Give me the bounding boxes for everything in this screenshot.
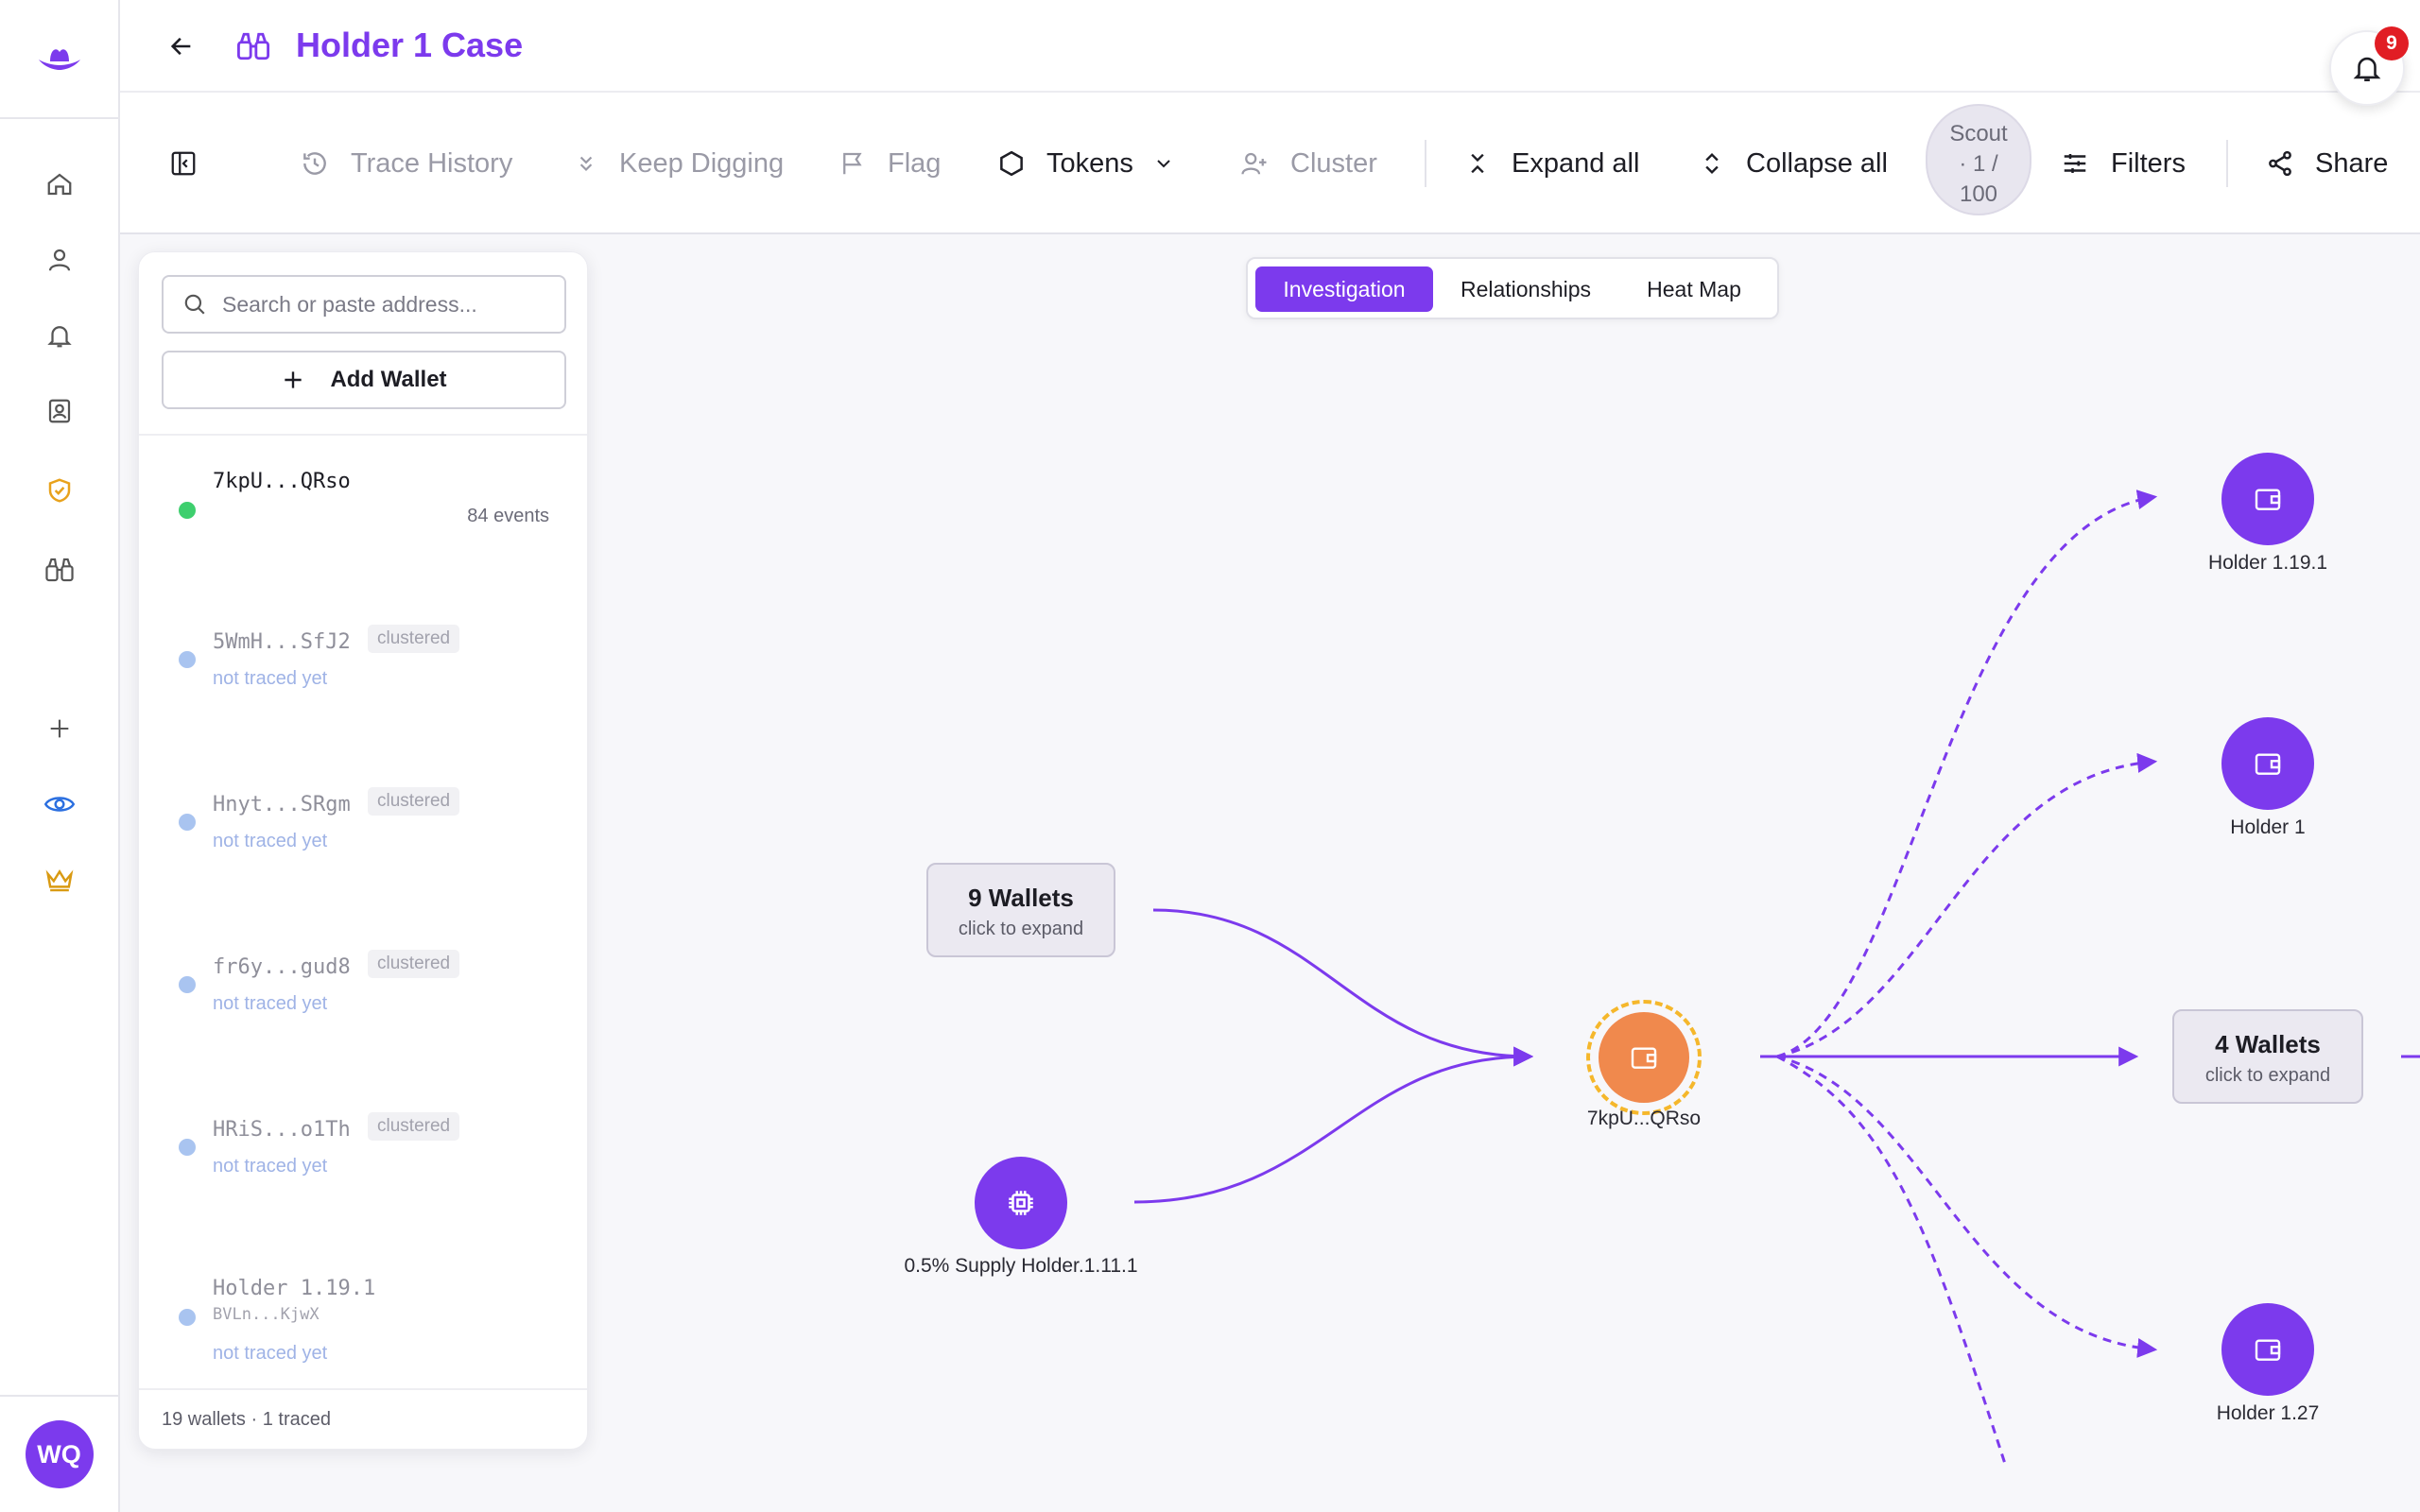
wallet-icon: [2255, 489, 2281, 510]
edge: [1152, 908, 1534, 1067]
wallet-icon: [2255, 1339, 2281, 1361]
edge: [1776, 752, 2158, 1058]
wallet-group-node[interactable]: 4 Wallets click to expand: [2172, 1009, 2363, 1104]
chip-icon: [1009, 1191, 1033, 1215]
wallet-group-node[interactable]: 9 Wallets click to expand: [926, 863, 1115, 957]
graph-edges: [1133, 490, 2420, 1468]
supply-holder-node[interactable]: [975, 1157, 1067, 1249]
node-label: 7kpU...QRso: [1586, 1108, 1702, 1129]
notification-badge: 9: [2375, 26, 2409, 60]
edge: [1776, 490, 2158, 1058]
edge: [1776, 1055, 2158, 1358]
holder-node[interactable]: [2221, 717, 2314, 810]
node-label: 0.5% Supply Holder.1.11.1: [904, 1255, 1138, 1277]
wallet-icon: [1631, 1047, 1657, 1069]
holder-node[interactable]: [2221, 1303, 2314, 1396]
holder-node[interactable]: [2221, 453, 2314, 545]
node-label: Holder 1.19.1: [2207, 552, 2328, 574]
node-label: Holder 1.27: [2216, 1402, 2320, 1424]
edge: [1133, 1046, 1534, 1204]
bell-icon: [2353, 57, 2381, 82]
notifications-button[interactable]: 9: [2329, 26, 2409, 106]
center-wallet-node[interactable]: [1586, 1000, 1702, 1115]
wallet-icon: [2255, 753, 2281, 775]
edge: [1776, 1055, 2008, 1468]
node-label: Holder 1: [2230, 816, 2306, 838]
